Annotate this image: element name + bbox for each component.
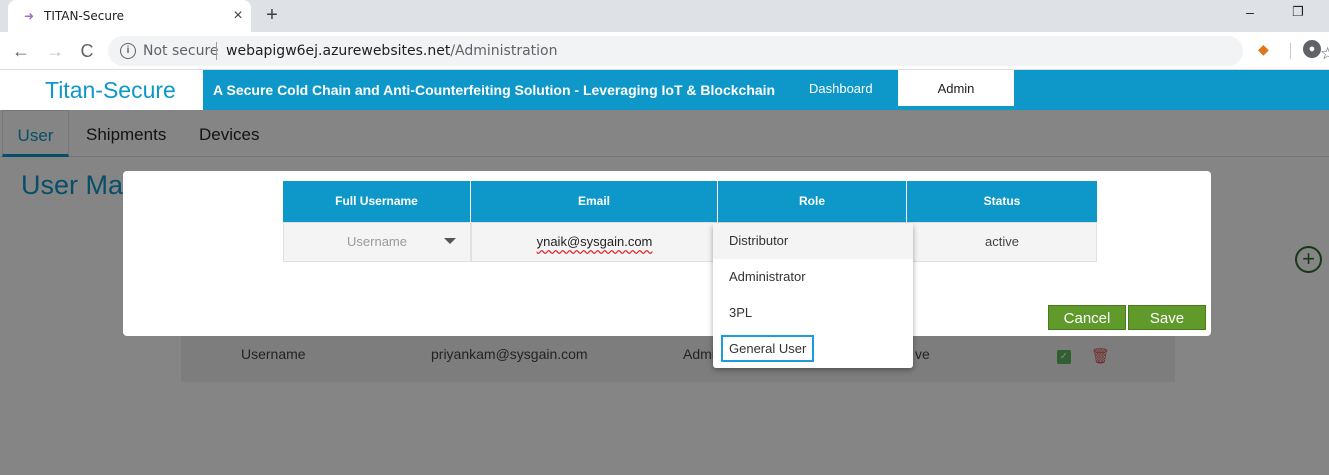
brand-box: Titan-Secure [0, 70, 203, 110]
restore-button[interactable]: ❐ [1288, 4, 1308, 24]
reload-button[interactable]: C [76, 40, 98, 62]
status-value: active [985, 234, 1019, 249]
nav-admin[interactable]: Admin [898, 70, 1014, 106]
info-icon[interactable]: i [120, 43, 136, 59]
metamask-fox-icon[interactable]: ◆ [1258, 41, 1269, 58]
security-label: Not secure [143, 43, 219, 59]
tagline: A Secure Cold Chain and Anti-Counterfeit… [213, 82, 776, 98]
brand-logo[interactable]: Titan-Secure [45, 77, 176, 104]
email-value: ynaik@sysgain.com [536, 234, 653, 249]
address-bar[interactable]: i Not secure webapigw6ej.azurewebsites.n… [108, 36, 1329, 66]
role-option-general-user[interactable]: General User [713, 331, 913, 367]
favicon-icon: ➜ [24, 9, 35, 23]
minimize-button[interactable]: – [1240, 4, 1260, 24]
toolbar-divider [1290, 43, 1291, 59]
col-status: Status [907, 181, 1097, 222]
username-select-value: Username [347, 234, 407, 249]
back-button[interactable]: ← [10, 40, 32, 62]
nav-dashboard[interactable]: Dashboard [809, 81, 873, 96]
save-button[interactable]: Save [1128, 305, 1206, 330]
url-path: /Administration [450, 43, 558, 59]
col-full-username: Full Username [283, 181, 471, 222]
role-option-administrator[interactable]: Administrator [713, 259, 913, 295]
role-option-distributor[interactable]: Distributor [713, 223, 913, 259]
new-tab-button[interactable]: + [262, 5, 282, 25]
cancel-button[interactable]: Cancel [1048, 305, 1126, 330]
tab-title: TITAN-Secure [44, 9, 125, 23]
role-dropdown-menu: Distributor Administrator 3PL General Us… [713, 223, 913, 368]
browser-tab[interactable]: ➜ TITAN-Secure × [8, 0, 251, 32]
url-text: webapigw6ej.azurewebsites.net/Administra… [226, 43, 558, 59]
username-select[interactable]: Username [283, 222, 471, 262]
col-email: Email [471, 181, 718, 222]
app-header: Titan-Secure A Secure Cold Chain and Ant… [0, 70, 1329, 110]
role-option-3pl[interactable]: 3PL [713, 295, 913, 331]
close-tab-icon[interactable]: × [229, 6, 247, 26]
status-field: active [907, 222, 1097, 262]
url-divider [216, 42, 217, 60]
url-host: webapigw6ej.azurewebsites.net [226, 43, 451, 59]
role-option-general-user-label: General User [721, 335, 815, 362]
chevron-down-icon [444, 238, 456, 244]
add-user-modal: Full Username Email Role Status Username… [123, 171, 1211, 336]
bookmark-star-icon[interactable]: ☆ [1320, 44, 1329, 64]
browser-toolbar: ← → C i Not secure webapigw6ej.azurewebs… [0, 32, 1329, 70]
profile-icon[interactable]: ● [1303, 40, 1321, 58]
forward-button[interactable]: → [44, 40, 66, 62]
email-field[interactable]: ynaik@sysgain.com [471, 222, 718, 262]
browser-tab-strip: ➜ TITAN-Secure × + – ❐ [0, 0, 1329, 32]
col-role: Role [718, 181, 907, 222]
